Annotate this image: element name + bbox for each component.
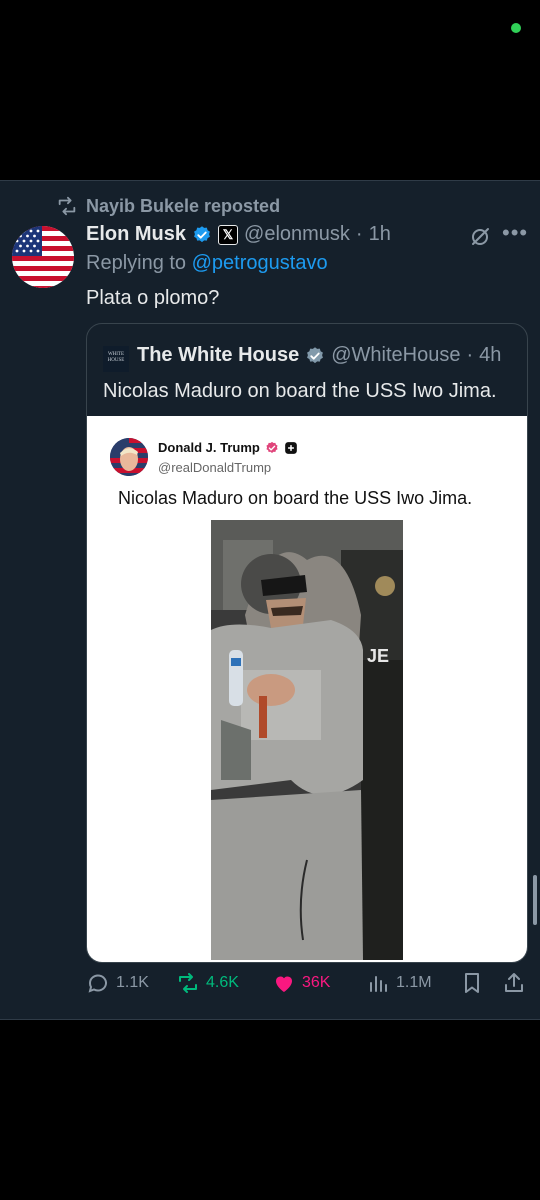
avatar[interactable] — [12, 226, 74, 288]
pink-badge-icon — [266, 441, 278, 453]
grok-icon[interactable] — [468, 225, 492, 249]
action-bar: 1.1K 4.6K 36K 1.1M — [86, 971, 526, 1001]
repost-count: 4.6K — [206, 974, 239, 991]
views-button[interactable]: 1.1M — [366, 971, 432, 995]
author-handle[interactable]: @elonmusk — [244, 223, 350, 246]
embedded-post-text: Nicolas Maduro on board the USS Iwo Jima… — [118, 488, 473, 508]
tweet-card[interactable]: Nayib Bukele reposted Elon Musk 𝕏 @elonm… — [0, 180, 540, 1020]
like-icon — [276, 976, 292, 992]
scrollbar-thumb[interactable] — [533, 875, 537, 925]
replying-to: Replying to @petrogustavo — [86, 252, 328, 275]
gray-verified-icon — [307, 346, 324, 363]
reply-icon — [88, 974, 107, 993]
quote-time[interactable]: 4h — [479, 344, 501, 367]
white-house-avatar[interactable]: WHITE HOUSE — [103, 346, 129, 372]
quote-header: The White House @WhiteHouse · 4h — [137, 344, 501, 367]
repost-icon — [58, 196, 76, 216]
like-count: 36K — [302, 974, 331, 991]
trump-avatar — [110, 438, 148, 476]
like-button[interactable]: 36K — [272, 971, 330, 995]
status-indicator-dot — [511, 23, 521, 33]
replying-prefix: Replying to — [86, 252, 187, 274]
reply-count: 1.1K — [116, 974, 149, 991]
embedded-post-image[interactable]: Donald J. Trump @realDonaldTrump Nicolas… — [87, 416, 527, 962]
x-logo-icon: 𝕏 — [218, 224, 239, 245]
quote-text: Nicolas Maduro on board the USS Iwo Jima… — [103, 380, 497, 402]
repost-button[interactable]: 4.6K — [176, 971, 239, 995]
embedded-author-name: Donald J. Trump — [158, 440, 260, 455]
verified-icon — [194, 225, 210, 242]
tweet-time[interactable]: 1h — [369, 223, 391, 246]
tweet-text: Plata o plomo? — [86, 287, 220, 309]
reply-button[interactable]: 1.1K — [86, 971, 149, 995]
quoted-tweet[interactable]: WHITE HOUSE The White House @WhiteHouse … — [86, 323, 528, 963]
repost-label: Nayib Bukele reposted — [86, 195, 281, 216]
tweet-header: Elon Musk 𝕏 @elonmusk · 1h — [86, 223, 391, 246]
bookmark-icon[interactable] — [460, 971, 484, 995]
black-badge-icon — [285, 441, 297, 454]
replying-mention-link[interactable]: @petrogustavo — [192, 252, 328, 274]
author-name[interactable]: Elon Musk — [86, 223, 186, 246]
separator-dot: · — [355, 223, 363, 245]
quote-author-handle[interactable]: @WhiteHouse — [331, 344, 460, 367]
embedded-author-row: Donald J. Trump — [158, 440, 298, 455]
us-flag-avatar-image — [12, 226, 74, 288]
repost-icon — [179, 973, 197, 993]
quote-author-name[interactable]: The White House — [137, 344, 299, 367]
views-icon — [370, 976, 387, 992]
more-icon[interactable]: ••• — [502, 222, 527, 249]
embedded-author-handle: @realDonaldTrump — [158, 460, 272, 475]
repost-context[interactable]: Nayib Bukele reposted — [56, 195, 280, 217]
quote-separator-dot: · — [466, 344, 474, 366]
svg-text:JE: JE — [367, 646, 389, 666]
share-icon[interactable] — [502, 971, 526, 995]
maduro-photo: JE — [211, 520, 403, 960]
view-count: 1.1M — [396, 974, 432, 991]
